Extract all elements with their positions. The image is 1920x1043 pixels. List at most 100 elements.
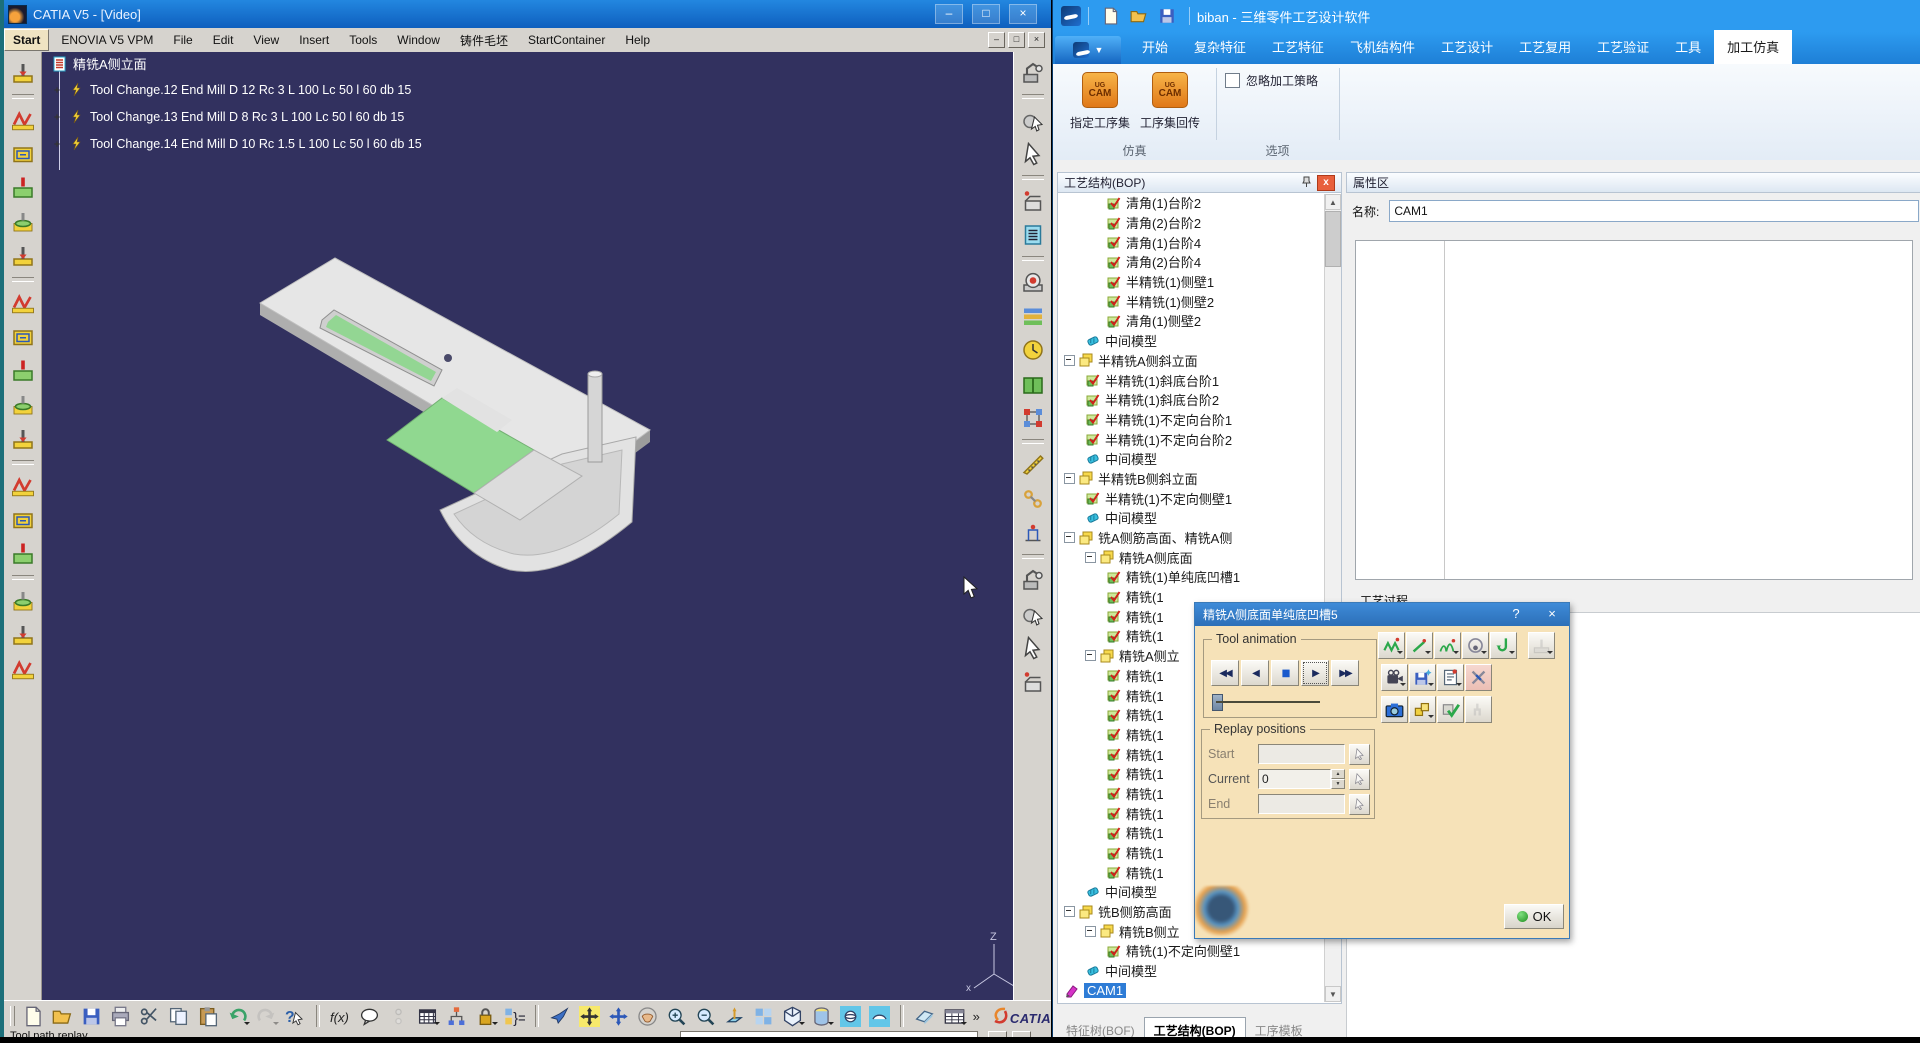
save-icon[interactable] — [1158, 7, 1176, 25]
viewport-tree-tool-change[interactable]: circle cx="8" cy="8" r="6" fill="#E8E8F4… — [50, 82, 411, 98]
redo-icon[interactable] — [254, 1003, 279, 1029]
ruler-icon[interactable] — [1019, 566, 1047, 594]
sheet-icon[interactable] — [942, 1003, 967, 1029]
stock-icon[interactable] — [1409, 696, 1436, 723]
tree-item[interactable]: 半精铣(1)侧壁1 — [1058, 272, 1341, 292]
minimize-button[interactable]: – — [935, 4, 963, 24]
viewport-3d[interactable]: 精铣A侧立面 circle cx="8" cy="8" r="6" fill="… — [42, 52, 1013, 1000]
menu-item-window[interactable]: Window — [389, 30, 448, 50]
tree-item[interactable]: 清角(1)台阶2 — [1058, 193, 1341, 213]
spot-facing-icon[interactable] — [9, 391, 37, 419]
menu-item-tools[interactable]: Tools — [341, 30, 385, 50]
cavity-mill-icon[interactable] — [9, 357, 37, 385]
knowledge-icon[interactable]: }= — [502, 1003, 527, 1029]
profile-contour-icon[interactable] — [9, 106, 37, 134]
catia-titlebar[interactable]: CATIA V5 - [Video] – □ × — [0, 0, 1051, 28]
tool-holder-icon[interactable] — [1465, 696, 1492, 723]
swap-squares-icon[interactable] — [1019, 404, 1047, 432]
product-structure-icon[interactable] — [444, 1003, 469, 1029]
snapshot-icon[interactable] — [1381, 696, 1408, 723]
copy-icon[interactable] — [166, 1003, 191, 1029]
part-operation-icon[interactable] — [1019, 187, 1047, 215]
new-document-icon[interactable] — [1102, 7, 1120, 25]
goto-point-icon[interactable] — [1490, 632, 1517, 659]
mdi-restore-button[interactable]: □ — [1008, 32, 1025, 48]
sweep-roughing-icon[interactable] — [9, 289, 37, 317]
facing-icon[interactable] — [9, 208, 37, 236]
close-button[interactable]: × — [1009, 4, 1037, 24]
rewind-button[interactable]: ◀◀ — [1211, 660, 1239, 686]
tool-change-icon[interactable] — [9, 59, 37, 87]
tab-飞机结构件[interactable]: 飞机结构件 — [1337, 30, 1428, 64]
play-button[interactable]: ▶ — [1301, 660, 1329, 686]
pan-icon[interactable] — [606, 1003, 631, 1029]
toolpath-full-icon[interactable] — [1434, 632, 1461, 659]
tree-item[interactable]: 中间模型 — [1058, 331, 1341, 351]
tab-工具[interactable]: 工具 — [1662, 30, 1714, 64]
scroll-thumb[interactable] — [1325, 211, 1341, 267]
tree-item[interactable]: 清角(1)台阶4 — [1058, 232, 1341, 252]
feature-mill-icon[interactable] — [9, 587, 37, 615]
tree-item[interactable]: 半精铣(1)侧壁2 — [1058, 291, 1341, 311]
start-pick-icon[interactable] — [1349, 744, 1370, 765]
tree-item[interactable]: 精铣(1)不定向侧壁1 — [1058, 941, 1341, 961]
time-analysis-icon[interactable] — [1019, 336, 1047, 364]
tab-复杂特征[interactable]: 复杂特征 — [1181, 30, 1259, 64]
save-result-icon[interactable] — [1409, 664, 1436, 691]
collapse-icon[interactable] — [1064, 473, 1075, 484]
tab-工艺特征[interactable]: 工艺特征 — [1259, 30, 1337, 64]
new-document-icon[interactable] — [21, 1003, 46, 1029]
gear-select-icon[interactable] — [1019, 106, 1047, 134]
people-icon[interactable] — [386, 1003, 411, 1029]
ignore-machining-strategy-checkbox[interactable] — [1225, 73, 1240, 88]
machine-simulation-icon[interactable] — [1019, 59, 1047, 87]
lock-icon[interactable] — [473, 1003, 498, 1029]
drilling-icon[interactable] — [9, 242, 37, 270]
tree-item[interactable]: 精铣(1)单纯底凹槽1 — [1058, 567, 1341, 587]
open-icon[interactable] — [50, 1003, 75, 1029]
tab-开始[interactable]: 开始 — [1129, 30, 1181, 64]
pocketing-icon[interactable] — [9, 140, 37, 168]
end-pick-icon[interactable] — [1349, 794, 1370, 815]
property-grid[interactable] — [1355, 240, 1913, 580]
zoom-out-icon[interactable] — [693, 1003, 718, 1029]
save-icon[interactable] — [79, 1003, 104, 1029]
pin-icon[interactable] — [1298, 175, 1314, 189]
toolpath-replay-icon[interactable] — [1378, 632, 1405, 659]
print-icon[interactable] — [108, 1003, 133, 1029]
viewport-tree-tool-change[interactable]: circle cx="8" cy="8" r="6" fill="#E8E8F4… — [50, 109, 404, 125]
step-backward-button[interactable]: ◀ — [1241, 660, 1269, 686]
normal-view-icon[interactable] — [722, 1003, 747, 1029]
tree-item[interactable]: 中间模型 — [1058, 449, 1341, 469]
eraser-icon[interactable] — [912, 1003, 937, 1029]
viewport-tree-root[interactable]: 精铣A侧立面 — [52, 54, 147, 73]
tab-工艺验证[interactable]: 工艺验证 — [1584, 30, 1662, 64]
collapse-icon[interactable] — [1064, 355, 1075, 366]
tree-item-cam1[interactable]: CAM1 — [1058, 981, 1341, 1001]
quad-view-icon[interactable] — [751, 1003, 776, 1029]
expand-node-icon[interactable]: circle cx="8" cy="8" r="6" fill="#E8E8F4… — [50, 110, 64, 124]
tree-item[interactable]: 清角(2)台阶4 — [1058, 252, 1341, 272]
expand-node-icon[interactable]: circle cx="8" cy="8" r="6" fill="#E8E8F4… — [50, 137, 64, 151]
tree-item[interactable]: 半精铣(1)不定向台阶1 — [1058, 410, 1341, 430]
roughing-icon[interactable] — [9, 323, 37, 351]
tab-工艺复用[interactable]: 工艺复用 — [1506, 30, 1584, 64]
render-style-icon[interactable] — [809, 1003, 834, 1029]
pause-button[interactable]: ▮▮ — [1271, 660, 1299, 686]
more-tools-icon[interactable]: » — [973, 1009, 980, 1024]
biban-titlebar[interactable]: biban - 三维零件工艺设计软件 — [1053, 0, 1920, 32]
video-record-icon[interactable] — [1381, 664, 1408, 691]
catalog-book-icon[interactable] — [1019, 370, 1047, 398]
tree-item[interactable]: 清角(1)侧壁2 — [1058, 311, 1341, 331]
tree-item[interactable]: 半精铣(1)斜底台阶1 — [1058, 370, 1341, 390]
menu-item-edit[interactable]: Edit — [205, 30, 242, 50]
ok-button[interactable]: OK — [1504, 904, 1564, 929]
collapse-icon[interactable] — [1064, 532, 1075, 543]
layers-stack-icon[interactable] — [1019, 302, 1047, 330]
tool-axis-icon[interactable] — [1528, 632, 1555, 659]
spin-up-icon[interactable]: ▲ — [1331, 769, 1345, 779]
tab-加工仿真[interactable]: 加工仿真 — [1714, 30, 1792, 64]
menu-item-file[interactable]: File — [165, 30, 200, 50]
tree-item[interactable]: 半精铣B侧斜立面 — [1058, 469, 1341, 489]
panel-close-icon[interactable]: x — [1317, 175, 1335, 191]
